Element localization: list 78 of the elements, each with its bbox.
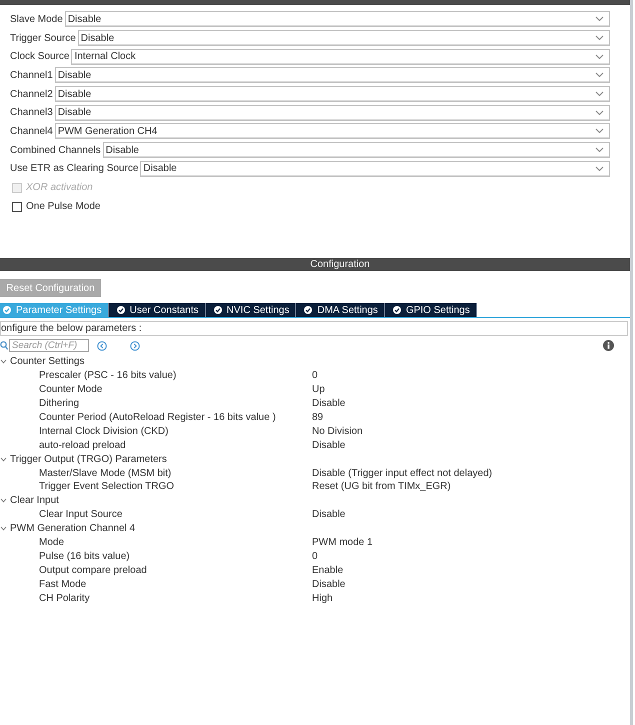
parameter-name: Output compare preload — [39, 564, 148, 576]
parameter-value[interactable]: Disable (Trigger input effect not delayed) — [312, 468, 492, 479]
parameter-value[interactable]: PWM mode 1 — [312, 537, 373, 548]
parameter-name: Clear Input Source — [39, 509, 124, 520]
parameter-value[interactable]: No Division — [312, 426, 363, 437]
check-circle-icon — [392, 306, 401, 314]
field-label: Clock Source — [10, 51, 70, 62]
chevron-down-icon — [595, 128, 604, 134]
field-label: Channel4 — [10, 126, 53, 137]
parameter-value[interactable]: Disable — [312, 578, 346, 590]
chevron-down-icon — [595, 54, 604, 60]
group-label[interactable]: Counter Settings — [10, 356, 84, 368]
chevron-down-icon — [595, 91, 604, 98]
check-circle-icon — [3, 306, 11, 314]
chevron-down-icon — [595, 16, 604, 22]
dropdown[interactable]: Disable — [78, 30, 610, 46]
parameter-value[interactable]: 89 — [312, 412, 324, 423]
info-icon — [603, 340, 614, 351]
parameter-value[interactable]: 0 — [312, 370, 318, 382]
group-label[interactable]: Trigger Output (TRGO) Parameters — [10, 454, 167, 465]
search-icon — [0, 341, 8, 350]
parameter-value[interactable]: Enable — [312, 564, 344, 576]
field-label: Combined Channels — [10, 144, 101, 156]
dropdown[interactable]: Internal Clock — [71, 48, 610, 65]
parameter-name: Mode — [39, 537, 66, 548]
dropdown[interactable]: Disable — [140, 160, 610, 177]
parameter-name: Trigger Event Selection TRGO — [39, 481, 176, 492]
checkbox[interactable] — [12, 202, 22, 212]
check-circle-icon — [116, 306, 125, 314]
field-label: Channel2 — [10, 88, 53, 100]
tab[interactable]: NVIC Settings — [206, 303, 296, 317]
dropdown[interactable]: Disable — [54, 104, 610, 121]
parameter-value[interactable]: Disable — [312, 440, 346, 451]
chevron-down-icon — [595, 35, 604, 42]
parameter-name: Counter Period (AutoReload Register - 16 bits value ) — [39, 412, 277, 423]
checkbox-label: XOR activation — [26, 182, 93, 194]
parameter-value[interactable]: Disable — [312, 509, 346, 520]
chevron-down-icon — [595, 166, 604, 172]
parameter-value[interactable]: 0 — [312, 550, 318, 562]
check-circle-icon — [214, 306, 222, 314]
parameter-name: Pulse (16 bits value) — [39, 550, 131, 562]
group-label[interactable]: PWM Generation Channel 4 — [10, 523, 136, 534]
tab[interactable]: DMA Settings — [296, 303, 385, 317]
section-title: Configuration — [310, 259, 370, 270]
dropdown[interactable]: PWM Generation CH4 — [54, 123, 610, 140]
parameter-name: Master/Slave Mode (MSM bit) — [39, 468, 172, 479]
dropdown[interactable]: Disable — [64, 11, 610, 28]
parameter-name: Fast Mode — [39, 578, 88, 590]
parameter-value[interactable]: Reset (UG bit from TIMx_EGR) — [312, 481, 451, 492]
chevron-down-icon — [595, 147, 604, 154]
group-label[interactable]: Clear Input — [10, 495, 59, 506]
parameter-name: CH Polarity — [39, 592, 91, 604]
field-label: Use ETR as Clearing Source — [10, 163, 138, 174]
parameter-value[interactable]: High — [312, 592, 333, 604]
dropdown[interactable]: Disable — [54, 67, 610, 84]
field-label: Trigger Source — [10, 32, 76, 44]
parameter-name: Counter Mode — [39, 384, 104, 396]
chevron-down-icon — [595, 110, 604, 116]
parameter-name: Dithering — [39, 398, 80, 410]
previous-icon — [97, 340, 107, 350]
tab[interactable]: User Constants — [108, 303, 206, 317]
check-circle-icon — [304, 306, 312, 314]
dropdown[interactable]: Disable — [102, 142, 610, 158]
parameter-value[interactable]: Disable — [312, 398, 346, 410]
parameter-name: Prescaler (PSC - 16 bits value) — [39, 370, 178, 382]
field-label: Channel1 — [10, 70, 53, 81]
parameter-name: auto-reload preload — [39, 440, 127, 451]
field-label: Slave Mode — [10, 14, 63, 25]
checkbox-label: One Pulse Mode — [26, 201, 100, 212]
description-text: onfigure the below parameters : — [0, 321, 628, 336]
chevron-down-icon — [595, 72, 604, 78]
tab[interactable]: GPIO Settings — [384, 303, 477, 317]
parameter-value[interactable]: Up — [312, 384, 325, 396]
search-field[interactable]: Search (Ctrl+F) — [9, 339, 89, 352]
field-label: Channel3 — [10, 107, 53, 118]
parameter-name: Internal Clock Division (CKD) — [39, 426, 170, 437]
next-icon — [130, 340, 140, 350]
dropdown[interactable]: Disable — [54, 86, 610, 102]
